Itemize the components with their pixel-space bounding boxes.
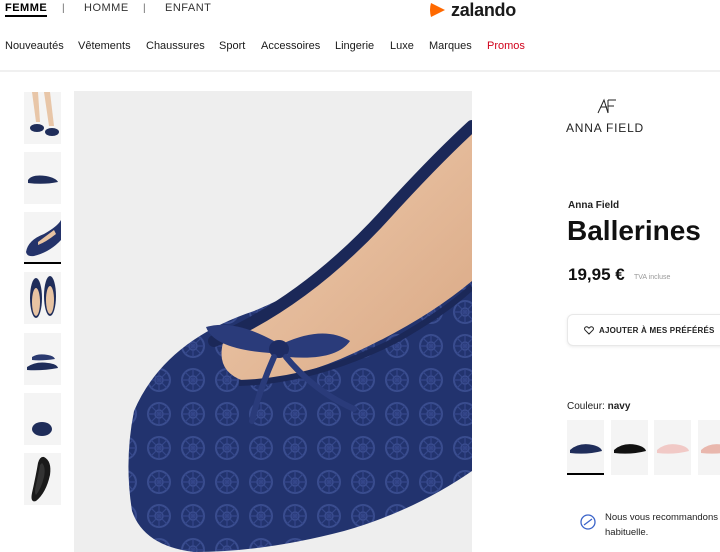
swatch-black[interactable] <box>611 420 648 475</box>
thumbnail-pair[interactable] <box>24 333 61 385</box>
anna-field-mark-icon <box>597 98 616 114</box>
nav-item-chaussures[interactable]: Chaussures <box>146 40 205 52</box>
swatch-nude[interactable] <box>698 420 720 475</box>
nav-item-accessoires[interactable]: Accessoires <box>261 40 320 52</box>
color-label: Couleur: <box>567 401 605 412</box>
color-selector-label: Couleur: navy <box>567 401 630 412</box>
thumbnail-side[interactable] <box>24 152 61 204</box>
swatch-pink[interactable] <box>654 420 691 475</box>
navy-lace-ballerina-icon <box>74 91 472 552</box>
nav-item-promos[interactable]: Promos <box>487 40 525 52</box>
nav-item-marques[interactable]: Marques <box>429 40 472 52</box>
gender-tab-femme[interactable]: FEMME <box>5 2 48 17</box>
brand-logo[interactable]: ANNA FIELD <box>566 98 656 135</box>
add-to-wishlist-button[interactable]: AJOUTER À MES PRÉFÉRÉS <box>567 314 720 346</box>
nav-item-luxe[interactable]: Luxe <box>390 40 414 52</box>
main-product-image[interactable] <box>74 91 472 552</box>
color-value: navy <box>607 401 631 412</box>
thumbnail-top[interactable] <box>24 272 61 324</box>
top-bar: FEMME | HOMME | ENFANT zalando <box>0 0 720 20</box>
gender-tab-enfant[interactable]: ENFANT <box>165 2 211 14</box>
logo-text: zalando <box>451 0 516 20</box>
gender-tab-homme[interactable]: HOMME <box>84 2 129 14</box>
vat-note: TVA incluse <box>634 274 671 281</box>
product-brand[interactable]: Anna Field <box>568 200 619 211</box>
recommendation-text: Nous vous recommandons habituelle. <box>605 512 718 538</box>
gender-separator: | <box>62 3 65 14</box>
brand-logo-text: ANNA FIELD <box>566 121 645 135</box>
product-title: Ballerines <box>567 215 701 246</box>
wishlist-label: AJOUTER À MES PRÉFÉRÉS <box>599 325 715 335</box>
nav-item-lingerie[interactable]: Lingerie <box>335 40 374 52</box>
heart-icon <box>584 325 594 335</box>
thumbnail-sole[interactable] <box>24 453 61 505</box>
gender-separator: | <box>143 3 146 14</box>
nav-divider <box>0 70 720 72</box>
category-nav: Nouveautés Vêtements Chaussures Sport Ac… <box>0 40 720 58</box>
zalando-logo[interactable]: zalando <box>428 0 516 22</box>
nav-item-vetements[interactable]: Vêtements <box>78 40 131 52</box>
nav-item-sport[interactable]: Sport <box>219 40 245 52</box>
thumbnail-detail[interactable] <box>24 393 61 445</box>
nav-item-nouveautes[interactable]: Nouveautés <box>5 40 64 52</box>
size-advice-icon <box>580 514 596 530</box>
product-price: 19,95 € <box>568 265 625 284</box>
zalando-logo-icon <box>430 3 445 17</box>
thumbnail-legs[interactable] <box>24 92 61 144</box>
thumbnail-closeup[interactable] <box>24 212 61 264</box>
swatch-navy[interactable] <box>567 420 604 475</box>
